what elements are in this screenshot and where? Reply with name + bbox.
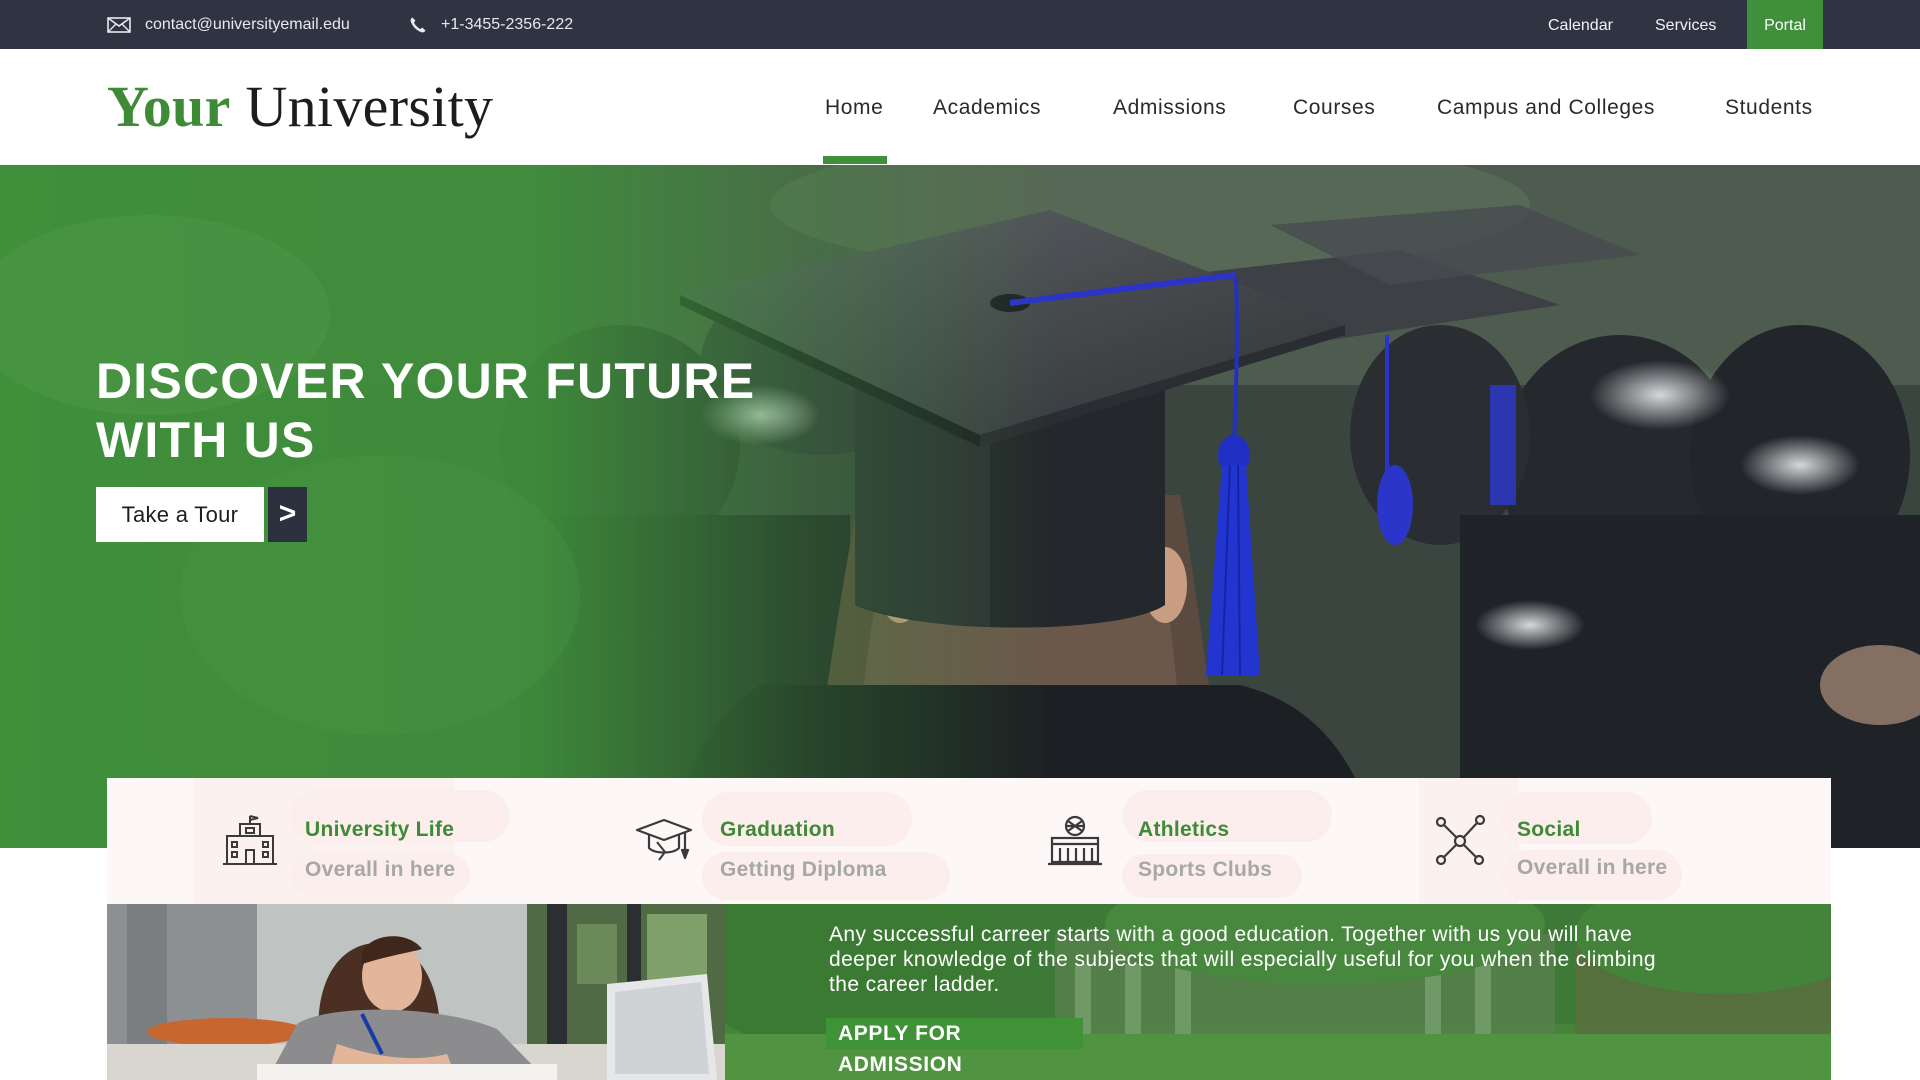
feature-subtitle: Sports Clubs	[1138, 858, 1273, 881]
feature-subtitle: Overall in here	[305, 858, 456, 881]
feature-subtitle: Overall in here	[1517, 856, 1668, 879]
site-header: Your University Home Academics Admission…	[0, 49, 1920, 165]
admission-banner: Any successful carreer starts with a goo…	[107, 904, 1831, 1080]
nav-item-courses[interactable]: Courses	[1293, 49, 1375, 165]
take-a-tour-label: Take a Tour	[96, 487, 264, 542]
graduation-cap-icon	[635, 818, 693, 861]
contact-email[interactable]: contact@universityemail.edu	[107, 0, 350, 49]
feature-university-life[interactable]: University Life Overall in here	[107, 778, 527, 904]
nav-item-home[interactable]: Home	[825, 49, 883, 165]
nav-item-admissions[interactable]: Admissions	[1113, 49, 1226, 165]
feature-title: Athletics	[1138, 818, 1230, 841]
apply-for-admission-button[interactable]: APPLY FOR ADMISSION	[826, 1018, 1083, 1076]
admission-text: Any successful carreer starts with a goo…	[829, 923, 1657, 996]
topbar-link-services[interactable]: Services	[1655, 0, 1716, 49]
phone-text: +1-3455-2356-222	[441, 15, 574, 33]
social-network-icon	[1435, 814, 1486, 866]
take-a-tour-button[interactable]: Take a Tour >	[96, 487, 307, 542]
feature-title: University Life	[305, 818, 455, 841]
email-text: contact@universityemail.edu	[145, 15, 350, 33]
feature-strip: University Life Overall in here Graduati…	[107, 778, 1831, 904]
feature-subtitle: Getting Diploma	[720, 858, 887, 881]
mail-icon	[107, 16, 131, 33]
nav-active-indicator	[823, 156, 887, 164]
feature-athletics[interactable]: Athletics Sports Clubs	[947, 778, 1367, 904]
topbar-link-calendar[interactable]: Calendar	[1548, 0, 1613, 49]
contact-phone[interactable]: +1-3455-2356-222	[409, 0, 573, 49]
hero-title: DISCOVER YOUR FUTURE WITH US	[96, 352, 816, 470]
university-building-icon	[223, 815, 277, 865]
hero-title-line2: WITH US	[96, 412, 316, 468]
topbar-link-portal[interactable]: Portal	[1747, 0, 1823, 49]
nav-item-academics[interactable]: Academics	[933, 49, 1041, 165]
feature-social[interactable]: Social Overall in here	[1367, 778, 1787, 904]
athletics-building-icon	[1048, 815, 1102, 866]
feature-title: Social	[1517, 818, 1581, 841]
site-logo[interactable]: Your University	[107, 75, 493, 139]
nav-item-campus-and-colleges[interactable]: Campus and Colleges	[1437, 49, 1655, 165]
hero-banner: DISCOVER YOUR FUTURE WITH US Take a Tour…	[0, 165, 1920, 848]
student-writing-photo	[107, 904, 725, 1080]
top-bar: contact@universityemail.edu +1-3455-2356…	[0, 0, 1920, 49]
hero-title-line1: DISCOVER YOUR FUTURE	[96, 353, 756, 409]
nav-item-students[interactable]: Students	[1725, 49, 1813, 165]
logo-word-university: University	[245, 74, 494, 139]
phone-icon	[410, 17, 426, 32]
feature-graduation[interactable]: Graduation Getting Diploma	[527, 778, 950, 904]
arrow-right-icon[interactable]: >	[268, 487, 307, 542]
logo-word-your: Your	[107, 74, 231, 139]
feature-title: Graduation	[720, 818, 836, 841]
